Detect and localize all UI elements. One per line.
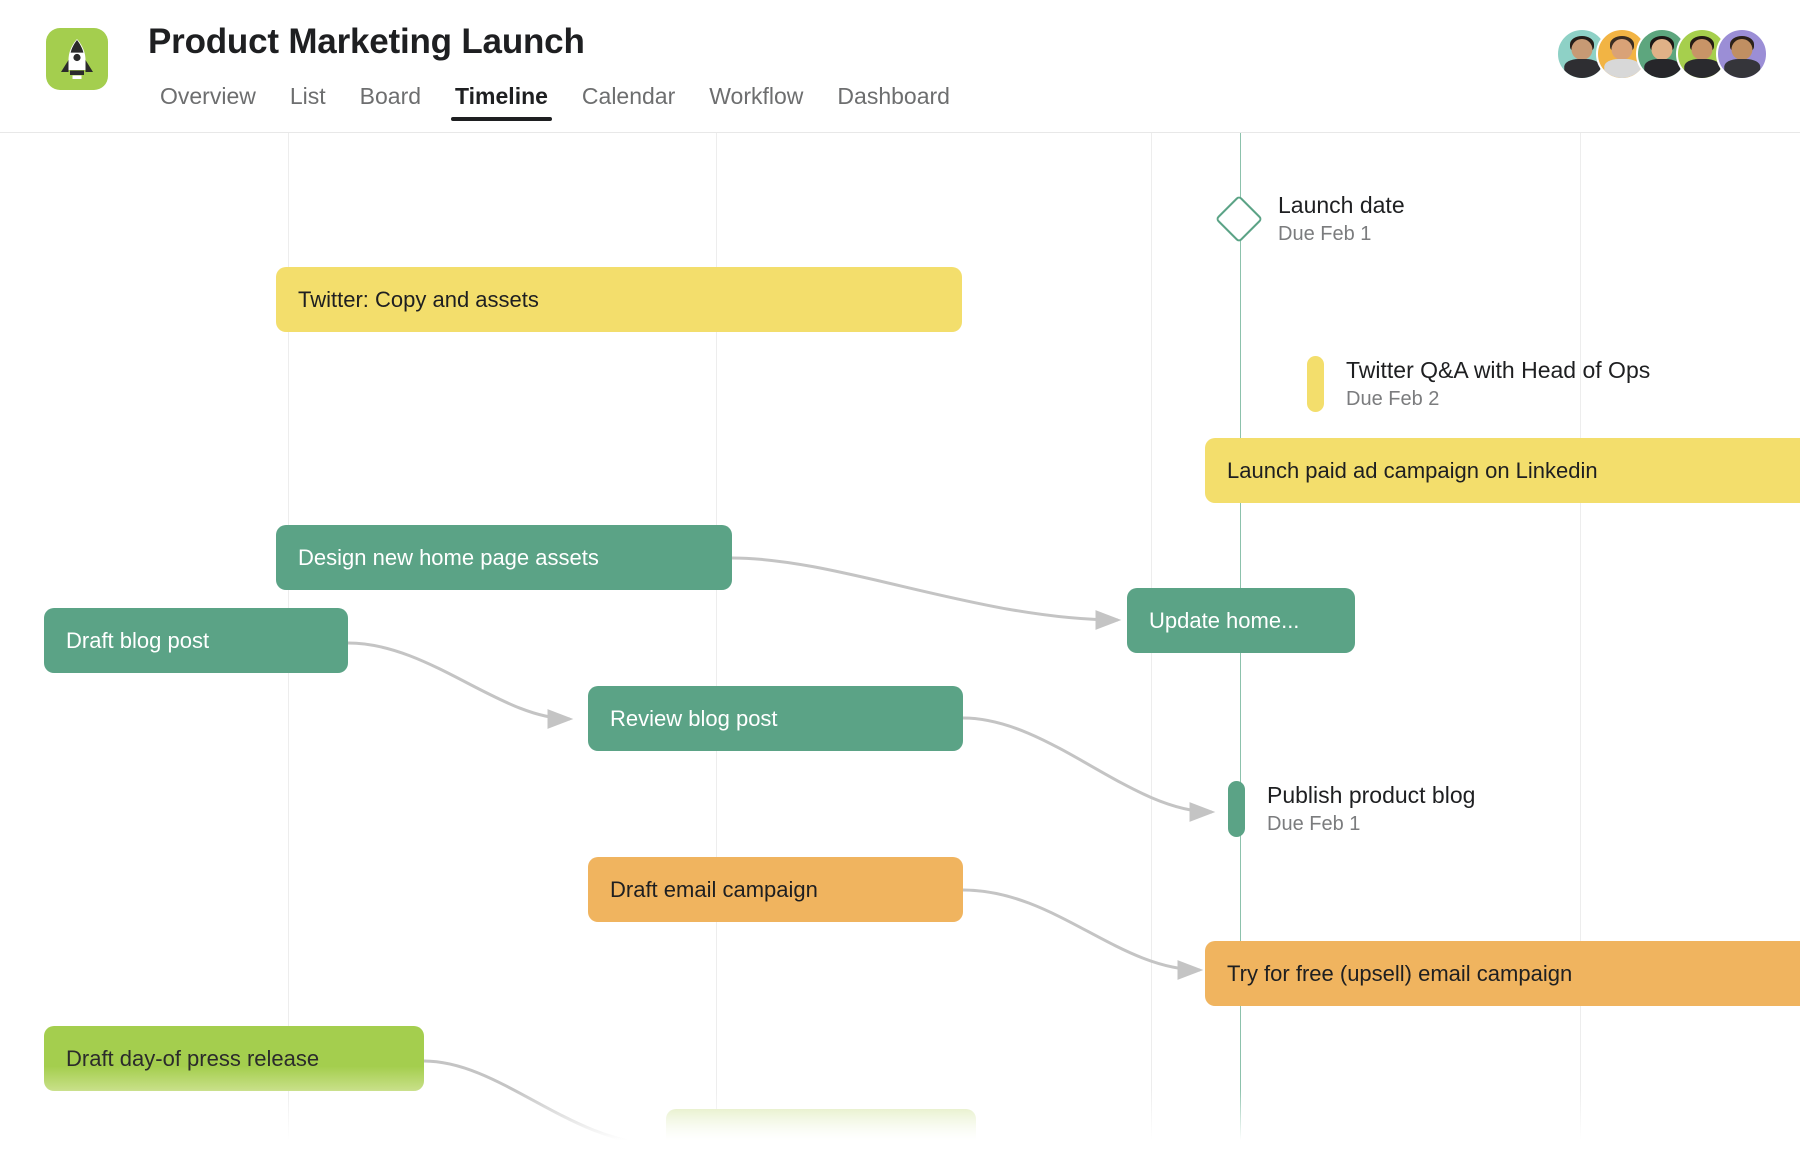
task-due-date: Due Feb 2 <box>1346 387 1650 412</box>
view-tabs[interactable]: Overview List Board Timeline Calendar Wo… <box>150 83 967 121</box>
milestone-due-date: Due Feb 1 <box>1278 222 1405 247</box>
tab-list[interactable]: List <box>273 83 343 121</box>
task-bar-label: Twitter: Copy and assets <box>298 287 539 313</box>
rocket-icon <box>46 28 108 90</box>
avatar[interactable] <box>1716 28 1768 80</box>
task-bar-label: Design new home page assets <box>298 545 599 571</box>
task-bar-design-home-page-assets[interactable]: Design new home page assets <box>276 525 732 590</box>
tab-board[interactable]: Board <box>343 83 438 121</box>
task-due-date: Due Feb 1 <box>1267 812 1475 837</box>
task-publish-product-blog[interactable]: Publish product blog Due Feb 1 <box>1228 781 1475 837</box>
task-bar-draft-day-of-press-release[interactable]: Draft day-of press release <box>44 1026 424 1091</box>
milestone-launch-date[interactable]: Launch date Due Feb 1 <box>1222 191 1405 247</box>
task-text: Publish product blog Due Feb 1 <box>1267 781 1475 837</box>
tab-calendar[interactable]: Calendar <box>565 83 692 121</box>
task-bar-try-for-free-upsell[interactable]: Try for free (upsell) email campaign <box>1205 941 1800 1006</box>
member-avatar-group[interactable] <box>1556 28 1768 80</box>
milestone-diamond-icon <box>1215 195 1263 243</box>
task-twitter-qa[interactable]: Twitter Q&A with Head of Ops Due Feb 2 <box>1307 356 1650 412</box>
milestone-title: Launch date <box>1278 191 1405 220</box>
task-bar-label: Launch paid ad campaign on Linkedin <box>1227 458 1598 484</box>
timeline-canvas[interactable]: Launch date Due Feb 1 Twitter: Copy and … <box>0 133 1800 1149</box>
page-title: Product Marketing Launch <box>148 22 585 62</box>
tab-overview[interactable]: Overview <box>150 83 273 121</box>
tab-timeline[interactable]: Timeline <box>438 83 565 121</box>
task-text: Twitter Q&A with Head of Ops Due Feb 2 <box>1346 356 1650 412</box>
task-title: Twitter Q&A with Head of Ops <box>1346 356 1650 385</box>
task-mini-bar <box>1307 356 1324 412</box>
tab-dashboard[interactable]: Dashboard <box>820 83 967 121</box>
milestone-text: Launch date Due Feb 1 <box>1278 191 1405 247</box>
task-bar-label: Update home... <box>1149 608 1299 634</box>
task-bar-draft-blog-post[interactable]: Draft blog post <box>44 608 348 673</box>
task-bar-launch-paid-ad-campaign[interactable]: Launch paid ad campaign on Linkedin <box>1205 438 1800 503</box>
task-bar-update-home[interactable]: Update home... <box>1127 588 1355 653</box>
task-bar-label: Draft email campaign <box>610 877 818 903</box>
task-bar-partial-bottom[interactable] <box>666 1109 976 1149</box>
task-bar-draft-email-campaign[interactable]: Draft email campaign <box>588 857 963 922</box>
task-bar-twitter-copy-assets[interactable]: Twitter: Copy and assets <box>276 267 962 332</box>
tab-workflow[interactable]: Workflow <box>692 83 820 121</box>
task-bar-label: Review blog post <box>610 706 778 732</box>
app-header: Product Marketing Launch Overview List B… <box>0 0 1800 133</box>
task-bar-label: Draft day-of press release <box>66 1046 319 1072</box>
task-mini-bar <box>1228 781 1245 837</box>
task-bar-label: Draft blog post <box>66 628 209 654</box>
task-bar-review-blog-post[interactable]: Review blog post <box>588 686 963 751</box>
task-bar-label: Try for free (upsell) email campaign <box>1227 961 1572 987</box>
task-title: Publish product blog <box>1267 781 1475 810</box>
